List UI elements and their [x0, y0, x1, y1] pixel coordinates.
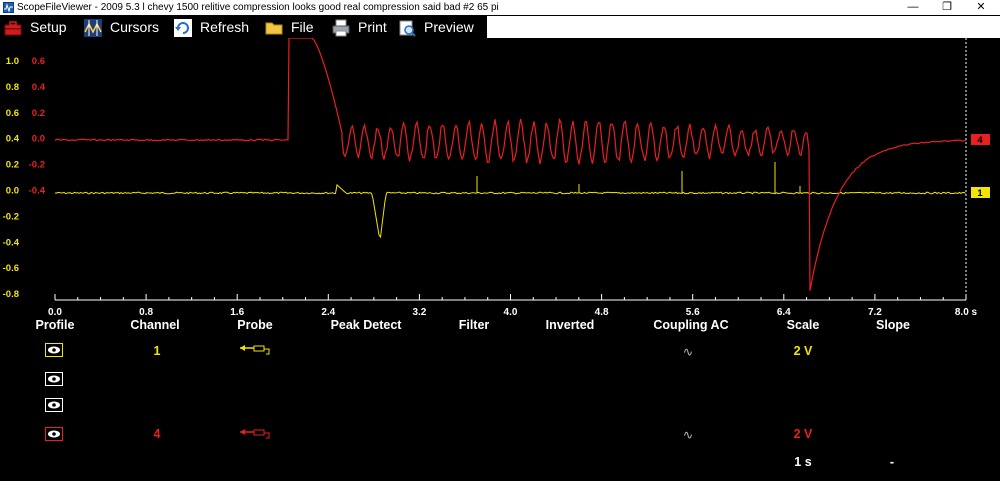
coupling-ac-symbol[interactable]: ∿ [683, 427, 693, 442]
y-tick-label-ch4: 0.0 [32, 134, 45, 145]
refresh-button[interactable]: Refresh [174, 17, 249, 38]
header-inverted: Inverted [545, 318, 595, 332]
y-axis-labels-ch4: 0.6 0.4 0.2 0.0 -0.2 -0.4 [29, 56, 46, 197]
y-tick-label-ch4: 0.4 [32, 82, 46, 93]
scope-grid [54, 162, 967, 301]
folder-icon [265, 22, 283, 34]
file-label: File [291, 19, 314, 35]
toolbox-icon [4, 20, 22, 35]
y-tick-label-ch1: 1.0 [6, 56, 19, 67]
x-tick-label: 0.8 [139, 307, 154, 318]
profile-eye-icon[interactable] [45, 427, 63, 441]
x-tick-label: 1.6 [230, 307, 245, 318]
print-label: Print [358, 19, 387, 35]
y-tick-label-ch1: -0.4 [3, 237, 20, 248]
timebase-value[interactable]: 1 s [794, 455, 811, 469]
channel-4-scale[interactable]: 2 V [794, 427, 813, 441]
channel-1-number: 1 [153, 344, 161, 358]
y-tick-label-ch1: -0.2 [3, 211, 19, 222]
x-tick-label: 0.0 [48, 307, 62, 318]
y-tick-label-ch1: 0.0 [6, 186, 19, 197]
x-tick-label: 3.2 [412, 307, 427, 318]
profile-eye-icon[interactable] [45, 398, 63, 412]
channel-4-marker[interactable]: 4 [971, 134, 990, 146]
channel-4-marker-label: 4 [977, 135, 983, 146]
channel-4-number: 4 [153, 427, 161, 441]
close-button[interactable]: ✕ [966, 0, 996, 15]
profile-eye-icon[interactable] [45, 343, 63, 357]
y-tick-label-ch4: 0.6 [32, 56, 45, 67]
cursors-button[interactable]: Cursors [84, 17, 159, 38]
toolbar-blank-area [487, 16, 1000, 38]
header-profile: Profile [35, 318, 75, 332]
header-channel: Channel [130, 318, 180, 332]
y-axis-labels-ch1: 1.00.80.60.40.20.0-0.2-0.4-0.6-0.8-1.0-1… [3, 56, 20, 300]
scope-display[interactable]: 1.00.80.60.40.20.0-0.2-0.4-0.6-0.8-1.0-1… [0, 38, 1000, 302]
printer-icon [332, 19, 350, 36]
x-tick-label: 5.6 [685, 307, 700, 318]
cursors-icon [84, 18, 102, 37]
y-tick-label-ch1: -0.8 [3, 289, 19, 300]
header-filter: Filter [458, 318, 490, 332]
x-tick-label: 7.2 [867, 307, 882, 318]
setup-button[interactable]: Setup [4, 17, 67, 38]
x-tick-label: 4.0 [503, 307, 518, 318]
toolbar: Setup Cursors Refresh File Print Preview [0, 16, 487, 38]
y-tick-label-ch1: 0.2 [6, 160, 19, 171]
cursors-label: Cursors [110, 19, 160, 35]
y-tick-label-ch4: -0.2 [29, 160, 45, 171]
refresh-label: Refresh [200, 19, 250, 35]
y-tick-label-ch1: 0.6 [6, 108, 19, 119]
slope-value[interactable]: - [890, 455, 894, 469]
channel-1-marker[interactable]: 1 [971, 187, 990, 199]
setup-label: Setup [30, 19, 67, 35]
print-button[interactable]: Print [332, 17, 387, 38]
window-title: ScopeFileViewer - 2009 5.3 l chevy 1500 … [17, 2, 499, 13]
file-button[interactable]: File [265, 17, 314, 38]
channel-1-marker-label: 1 [977, 188, 983, 199]
header-scale: Scale [786, 318, 820, 332]
profile-eye-icon[interactable] [45, 372, 63, 386]
preview-label: Preview [424, 19, 474, 35]
preview-button[interactable]: Preview [398, 17, 474, 38]
maximize-button[interactable]: ❐ [932, 0, 962, 15]
print-preview-icon [399, 20, 416, 37]
y-tick-label-ch1: 0.8 [6, 82, 19, 93]
y-tick-label-ch4: -0.4 [29, 186, 46, 197]
header-peak-detect: Peak Detect [330, 318, 402, 332]
x-tick-label: 8.0 s [954, 307, 978, 318]
channel-1-trace [54, 183, 966, 239]
y-tick-label-ch1: 0.4 [6, 134, 20, 145]
app-icon [3, 2, 14, 13]
probe-icon[interactable] [240, 428, 272, 440]
y-tick-label-ch1: -0.6 [3, 263, 19, 274]
probe-icon[interactable] [240, 344, 272, 356]
header-coupling-ac: Coupling AC [653, 318, 729, 332]
x-tick-label: 6.4 [776, 307, 791, 318]
x-tick-label: 4.8 [594, 307, 609, 318]
y-tick-label-ch4: 0.2 [32, 108, 45, 119]
header-probe: Probe [237, 318, 273, 332]
minimize-button[interactable]: — [898, 0, 928, 15]
channel-4-trace [54, 38, 967, 291]
title-bar: ScopeFileViewer - 2009 5.3 l chevy 1500 … [0, 0, 1000, 15]
refresh-icon [174, 18, 192, 37]
channel-1-scale[interactable]: 2 V [794, 344, 813, 358]
header-slope: Slope [875, 318, 911, 332]
coupling-ac-symbol[interactable]: ∿ [683, 344, 693, 359]
x-tick-label: 2.4 [321, 307, 336, 318]
